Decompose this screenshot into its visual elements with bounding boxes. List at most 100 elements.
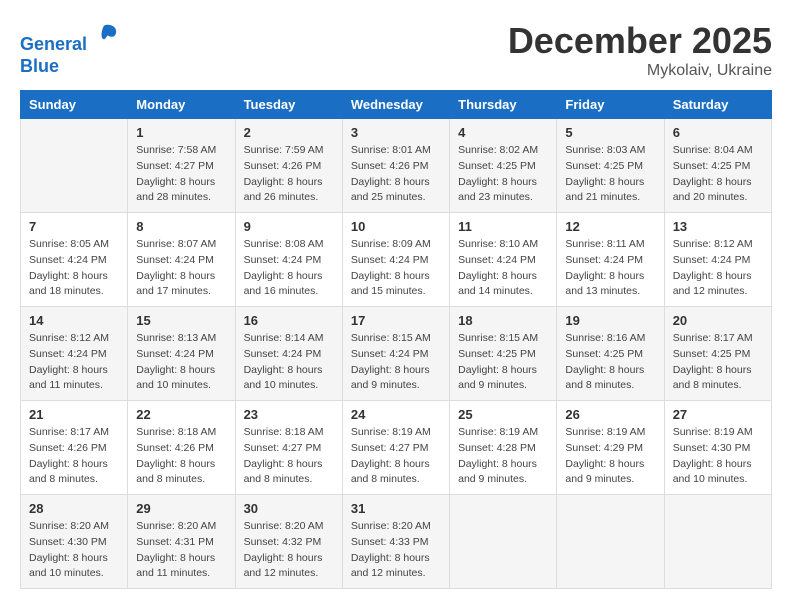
month-title: December 2025	[508, 20, 772, 62]
calendar-cell: 10Sunrise: 8:09 AMSunset: 4:24 PMDayligh…	[342, 213, 449, 307]
calendar-cell: 19 Sunrise: 8:16 AMSunset: 4:25 PMDayligh…	[557, 307, 664, 401]
day-number: 15	[136, 313, 226, 328]
day-number: 1	[136, 125, 226, 140]
calendar-week-row: 14 Sunrise: 8:12 AMSunset: 4:24 PMDayligh…	[21, 307, 772, 401]
day-number: 6	[673, 125, 763, 140]
day-number: 27	[673, 407, 763, 422]
calendar-cell: 18 Sunrise: 8:15 AMSunset: 4:25 PMDayligh…	[450, 307, 557, 401]
day-number: 23	[244, 407, 334, 422]
day-number: 22	[136, 407, 226, 422]
day-info: Sunrise: 8:01 AMSunset: 4:26 PMDaylight:…	[351, 143, 441, 206]
day-number: 19	[565, 313, 655, 328]
calendar-cell: 25 Sunrise: 8:19 AMSunset: 4:28 PMDayligh…	[450, 401, 557, 495]
calendar-cell: 17 Sunrise: 8:15 AMSunset: 4:24 PMDayligh…	[342, 307, 449, 401]
day-info: Sunrise: 8:16 AMSunset: 4:25 PMDaylight:…	[565, 331, 655, 394]
day-number: 21	[29, 407, 119, 422]
calendar-week-row: 7Sunrise: 8:05 AMSunset: 4:24 PMDaylight…	[21, 213, 772, 307]
col-header-thursday: Thursday	[450, 91, 557, 119]
day-number: 26	[565, 407, 655, 422]
day-info: Sunrise: 8:19 AMSunset: 4:30 PMDaylight:…	[673, 425, 763, 488]
col-header-sunday: Sunday	[21, 91, 128, 119]
calendar-cell: 15Sunrise: 8:13 AMSunset: 4:24 PMDayligh…	[128, 307, 235, 401]
calendar-cell: 4 Sunrise: 8:02 AMSunset: 4:25 PMDaylight…	[450, 119, 557, 213]
day-number: 9	[244, 219, 334, 234]
day-info: Sunrise: 8:05 AMSunset: 4:24 PMDaylight:…	[29, 237, 119, 300]
day-number: 17	[351, 313, 441, 328]
logo-line1: General	[20, 34, 87, 54]
location-subtitle: Mykolaiv, Ukraine	[508, 62, 772, 80]
day-number: 11	[458, 219, 548, 234]
day-info: Sunrise: 8:20 AMSunset: 4:33 PMDaylight:…	[351, 519, 441, 582]
logo-text: General Blue	[20, 20, 119, 77]
calendar-cell: 11 Sunrise: 8:10 AMSunset: 4:24 PMDayligh…	[450, 213, 557, 307]
day-info: Sunrise: 8:08 AMSunset: 4:24 PMDaylight:…	[244, 237, 334, 300]
day-number: 12	[565, 219, 655, 234]
day-info: Sunrise: 8:20 AMSunset: 4:31 PMDaylight:…	[136, 519, 226, 582]
calendar-cell: 23Sunrise: 8:18 AMSunset: 4:27 PMDayligh…	[235, 401, 342, 495]
calendar-cell: 29 Sunrise: 8:20 AMSunset: 4:31 PMDayligh…	[128, 495, 235, 589]
calendar-cell: 26 Sunrise: 8:19 AMSunset: 4:29 PMDayligh…	[557, 401, 664, 495]
calendar-cell: 31 Sunrise: 8:20 AMSunset: 4:33 PMDayligh…	[342, 495, 449, 589]
day-info: Sunrise: 8:17 AMSunset: 4:25 PMDaylight:…	[673, 331, 763, 394]
day-info: Sunrise: 8:04 AMSunset: 4:25 PMDaylight:…	[673, 143, 763, 206]
calendar-cell	[450, 495, 557, 589]
day-number: 5	[565, 125, 655, 140]
day-number: 16	[244, 313, 334, 328]
day-number: 31	[351, 501, 441, 516]
col-header-monday: Monday	[128, 91, 235, 119]
day-number: 4	[458, 125, 548, 140]
day-info: Sunrise: 8:12 AMSunset: 4:24 PMDaylight:…	[673, 237, 763, 300]
calendar-cell: 12Sunrise: 8:11 AMSunset: 4:24 PMDayligh…	[557, 213, 664, 307]
day-number: 14	[29, 313, 119, 328]
calendar-cell: 5 Sunrise: 8:03 AMSunset: 4:25 PMDaylight…	[557, 119, 664, 213]
calendar-cell: 30 Sunrise: 8:20 AMSunset: 4:32 PMDayligh…	[235, 495, 342, 589]
day-number: 20	[673, 313, 763, 328]
calendar-cell: 8Sunrise: 8:07 AMSunset: 4:24 PMDaylight…	[128, 213, 235, 307]
calendar-cell: 7Sunrise: 8:05 AMSunset: 4:24 PMDaylight…	[21, 213, 128, 307]
calendar-cell	[557, 495, 664, 589]
day-info: Sunrise: 8:10 AMSunset: 4:24 PMDaylight:…	[458, 237, 548, 300]
day-info: Sunrise: 8:12 AMSunset: 4:24 PMDaylight:…	[29, 331, 119, 394]
day-info: Sunrise: 8:17 AMSunset: 4:26 PMDaylight:…	[29, 425, 119, 488]
day-info: Sunrise: 7:59 AMSunset: 4:26 PMDaylight:…	[244, 143, 334, 206]
col-header-saturday: Saturday	[664, 91, 771, 119]
day-number: 28	[29, 501, 119, 516]
calendar-cell: 28 Sunrise: 8:20 AMSunset: 4:30 PMDayligh…	[21, 495, 128, 589]
day-number: 25	[458, 407, 548, 422]
logo-line2: Blue	[20, 56, 59, 76]
day-number: 30	[244, 501, 334, 516]
calendar-cell	[664, 495, 771, 589]
calendar-cell: 2 Sunrise: 7:59 AMSunset: 4:26 PMDaylight…	[235, 119, 342, 213]
logo: General Blue	[20, 20, 119, 77]
day-number: 13	[673, 219, 763, 234]
page-header: General Blue December 2025 Mykolaiv, Ukr…	[20, 20, 772, 80]
day-info: Sunrise: 8:19 AMSunset: 4:28 PMDaylight:…	[458, 425, 548, 488]
logo-bird-icon	[89, 20, 119, 50]
calendar-week-row: 28 Sunrise: 8:20 AMSunset: 4:30 PMDayligh…	[21, 495, 772, 589]
col-header-friday: Friday	[557, 91, 664, 119]
day-info: Sunrise: 8:20 AMSunset: 4:30 PMDaylight:…	[29, 519, 119, 582]
day-info: Sunrise: 8:15 AMSunset: 4:25 PMDaylight:…	[458, 331, 548, 394]
calendar-table: SundayMondayTuesdayWednesdayThursdayFrid…	[20, 90, 772, 589]
day-info: Sunrise: 8:19 AMSunset: 4:27 PMDaylight:…	[351, 425, 441, 488]
calendar-cell: 21 Sunrise: 8:17 AMSunset: 4:26 PMDayligh…	[21, 401, 128, 495]
calendar-header-row: SundayMondayTuesdayWednesdayThursdayFrid…	[21, 91, 772, 119]
day-info: Sunrise: 8:18 AMSunset: 4:26 PMDaylight:…	[136, 425, 226, 488]
day-number: 2	[244, 125, 334, 140]
day-number: 8	[136, 219, 226, 234]
calendar-cell: 13 Sunrise: 8:12 AMSunset: 4:24 PMDayligh…	[664, 213, 771, 307]
calendar-cell: 1Sunrise: 7:58 AMSunset: 4:27 PMDaylight…	[128, 119, 235, 213]
day-info: Sunrise: 8:02 AMSunset: 4:25 PMDaylight:…	[458, 143, 548, 206]
calendar-cell: 9 Sunrise: 8:08 AMSunset: 4:24 PMDaylight…	[235, 213, 342, 307]
title-block: December 2025 Mykolaiv, Ukraine	[508, 20, 772, 80]
day-number: 29	[136, 501, 226, 516]
day-info: Sunrise: 8:20 AMSunset: 4:32 PMDaylight:…	[244, 519, 334, 582]
day-info: Sunrise: 8:09 AMSunset: 4:24 PMDaylight:…	[351, 237, 441, 300]
day-info: Sunrise: 8:19 AMSunset: 4:29 PMDaylight:…	[565, 425, 655, 488]
day-info: Sunrise: 8:03 AMSunset: 4:25 PMDaylight:…	[565, 143, 655, 206]
calendar-week-row: 1Sunrise: 7:58 AMSunset: 4:27 PMDaylight…	[21, 119, 772, 213]
day-info: Sunrise: 8:15 AMSunset: 4:24 PMDaylight:…	[351, 331, 441, 394]
calendar-cell	[21, 119, 128, 213]
calendar-cell: 20 Sunrise: 8:17 AMSunset: 4:25 PMDayligh…	[664, 307, 771, 401]
day-number: 18	[458, 313, 548, 328]
